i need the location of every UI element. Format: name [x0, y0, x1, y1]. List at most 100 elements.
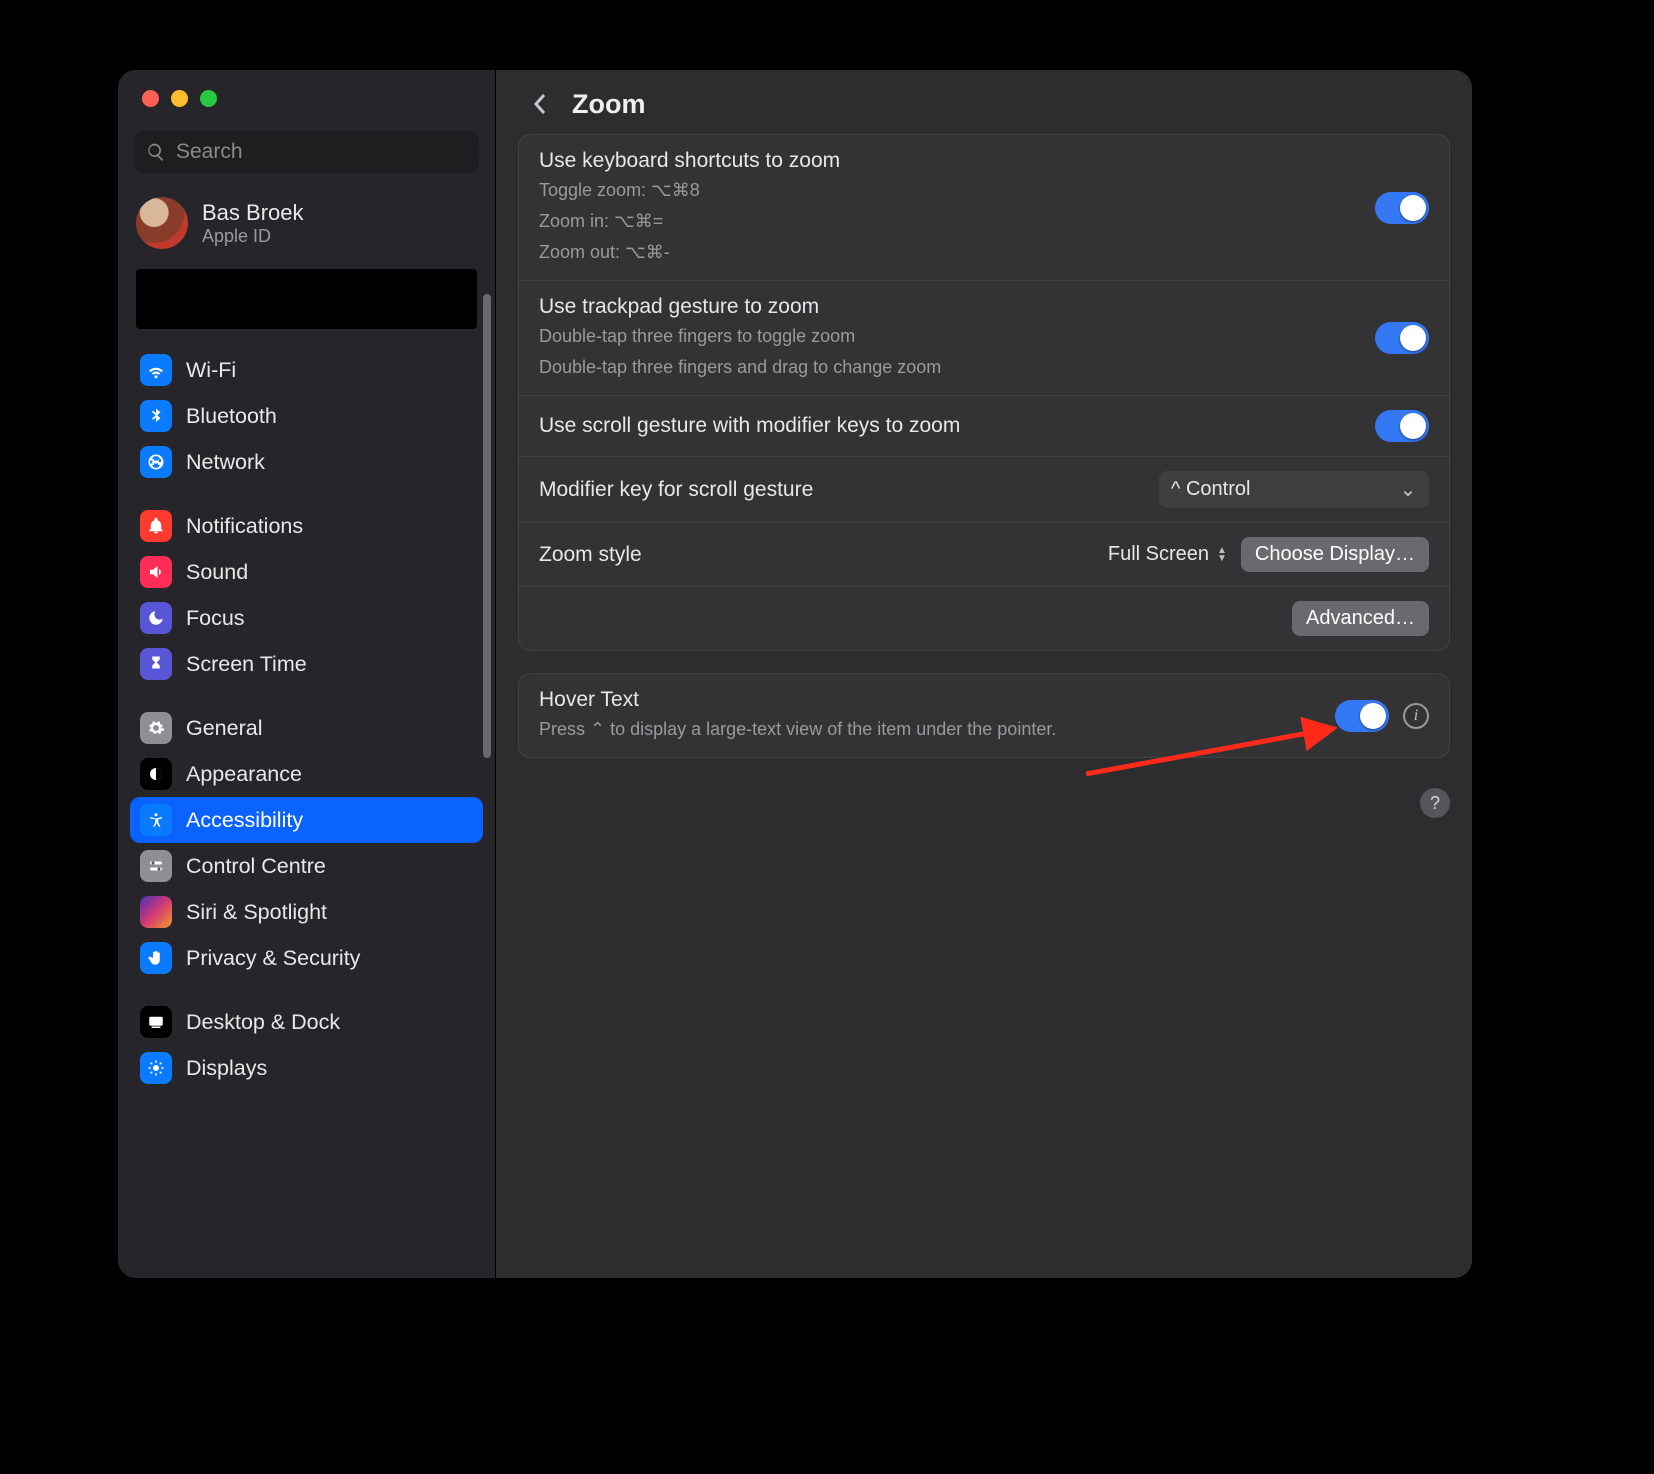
select-value: Full Screen: [1108, 543, 1209, 566]
row-scroll-gesture: Use scroll gesture with modifier keys to…: [519, 396, 1449, 457]
row-desc: Press ⌃ to display a large-text view of …: [539, 716, 1056, 743]
sidebar-item-label: Network: [186, 450, 265, 475]
sidebar-item-appearance[interactable]: Appearance: [130, 751, 483, 797]
toggle-keyboard-shortcuts[interactable]: [1375, 192, 1429, 224]
chevron-left-icon: [532, 92, 548, 116]
modifier-key-select[interactable]: ^ Control ⌄: [1159, 471, 1429, 508]
search-input[interactable]: Search: [134, 131, 479, 173]
choose-display-button[interactable]: Choose Display…: [1241, 537, 1429, 572]
sidebar-item-displays[interactable]: Displays: [130, 1045, 483, 1091]
zoom-style-select[interactable]: Full Screen ▲▼: [1108, 543, 1227, 566]
toggle-trackpad-gesture[interactable]: [1375, 322, 1429, 354]
select-value: ^ Control: [1171, 478, 1250, 501]
row-modifier-key: Modifier key for scroll gesture ^ Contro…: [519, 457, 1449, 523]
advanced-button[interactable]: Advanced…: [1292, 601, 1429, 636]
toggle-hover-text[interactable]: [1335, 700, 1389, 732]
sidebar-item-label: Notifications: [186, 514, 303, 539]
window-controls: [118, 70, 495, 107]
displays-icon: [140, 1052, 172, 1084]
row-title: Use trackpad gesture to zoom: [539, 295, 941, 319]
sidebar-item-label: General: [186, 716, 263, 741]
sidebar-item-focus[interactable]: Focus: [130, 595, 483, 641]
sidebar-item-label: Privacy & Security: [186, 946, 360, 971]
row-title: Use scroll gesture with modifier keys to…: [539, 414, 960, 438]
zoom-card: Use keyboard shortcuts to zoom Toggle zo…: [518, 134, 1450, 651]
sidebar-item-label: Wi-Fi: [186, 358, 236, 383]
avatar: [136, 197, 188, 249]
row-desc-line: Zoom out: ⌥⌘-: [539, 239, 840, 266]
siri-icon: [140, 896, 172, 928]
sidebar-item-desktop-dock[interactable]: Desktop & Dock: [130, 999, 483, 1045]
sidebar-nav: Wi-Fi Bluetooth Network Notifications: [118, 347, 495, 1111]
sidebar-item-notifications[interactable]: Notifications: [130, 503, 483, 549]
sidebar-item-label: Siri & Spotlight: [186, 900, 327, 925]
sidebar-item-siri-spotlight[interactable]: Siri & Spotlight: [130, 889, 483, 935]
stepper-icon: ▲▼: [1217, 547, 1227, 563]
row-desc-line: Zoom in: ⌥⌘=: [539, 208, 840, 235]
redacted-area: [136, 269, 477, 329]
sidebar-item-screen-time[interactable]: Screen Time: [130, 641, 483, 687]
toggle-scroll-gesture[interactable]: [1375, 410, 1429, 442]
accessibility-icon: [140, 804, 172, 836]
header: Zoom: [518, 84, 1450, 134]
row-desc-line: Toggle zoom: ⌥⌘8: [539, 177, 840, 204]
row-title: Zoom style: [539, 543, 642, 567]
sidebar-item-privacy-security[interactable]: Privacy & Security: [130, 935, 483, 981]
sidebar-item-control-centre[interactable]: Control Centre: [130, 843, 483, 889]
search-placeholder: Search: [176, 140, 243, 164]
page-title: Zoom: [572, 89, 646, 120]
row-trackpad-gesture: Use trackpad gesture to zoom Double-tap …: [519, 281, 1449, 396]
sidebar-item-label: Accessibility: [186, 808, 303, 833]
sidebar-item-network[interactable]: Network: [130, 439, 483, 485]
minimize-window[interactable]: [171, 90, 188, 107]
appearance-icon: [140, 758, 172, 790]
sound-icon: [140, 556, 172, 588]
sidebar-item-sound[interactable]: Sound: [130, 549, 483, 595]
row-keyboard-shortcuts: Use keyboard shortcuts to zoom Toggle zo…: [519, 135, 1449, 281]
row-title: Use keyboard shortcuts to zoom: [539, 149, 840, 173]
search-icon: [146, 142, 166, 162]
sidebar-item-label: Control Centre: [186, 854, 326, 879]
help-button[interactable]: ?: [1420, 788, 1450, 818]
sidebar-item-label: Sound: [186, 560, 248, 585]
row-title: Modifier key for scroll gesture: [539, 478, 813, 502]
hand-icon: [140, 942, 172, 974]
sidebar-item-general[interactable]: General: [130, 705, 483, 751]
row-desc-line: Double-tap three fingers and drag to cha…: [539, 354, 941, 381]
sidebar-item-label: Appearance: [186, 762, 302, 787]
sidebar-item-label: Displays: [186, 1056, 267, 1081]
account-name: Bas Broek: [202, 200, 304, 226]
gear-icon: [140, 712, 172, 744]
settings-window: Search Bas Broek Apple ID Wi-Fi: [118, 70, 1472, 1278]
main-pane: Zoom Use keyboard shortcuts to zoom Togg…: [496, 70, 1472, 1278]
row-desc-line: Double-tap three fingers to toggle zoom: [539, 323, 941, 350]
sidebar-item-label: Bluetooth: [186, 404, 277, 429]
chevron-down-icon: ⌄: [1399, 477, 1417, 502]
sidebar-item-label: Screen Time: [186, 652, 307, 677]
sidebar-item-label: Desktop & Dock: [186, 1010, 340, 1035]
sidebar-item-wifi[interactable]: Wi-Fi: [130, 347, 483, 393]
row-title: Hover Text: [539, 688, 1056, 712]
sidebar-item-label: Focus: [186, 606, 245, 631]
info-icon[interactable]: i: [1403, 703, 1429, 729]
account-sub: Apple ID: [202, 226, 304, 247]
control-centre-icon: [140, 850, 172, 882]
close-window[interactable]: [142, 90, 159, 107]
dock-icon: [140, 1006, 172, 1038]
back-button[interactable]: [524, 88, 556, 120]
moon-icon: [140, 602, 172, 634]
row-hover-text: Hover Text Press ⌃ to display a large-te…: [519, 674, 1449, 757]
sidebar-item-bluetooth[interactable]: Bluetooth: [130, 393, 483, 439]
wifi-icon: [140, 354, 172, 386]
sidebar-scrollbar[interactable]: [483, 294, 491, 758]
bell-icon: [140, 510, 172, 542]
fullscreen-window[interactable]: [200, 90, 217, 107]
hover-text-card: Hover Text Press ⌃ to display a large-te…: [518, 673, 1450, 758]
row-zoom-style: Zoom style Full Screen ▲▼ Choose Display…: [519, 523, 1449, 587]
row-advanced: Advanced…: [519, 587, 1449, 650]
sidebar: Search Bas Broek Apple ID Wi-Fi: [118, 70, 496, 1278]
bluetooth-icon: [140, 400, 172, 432]
account-row[interactable]: Bas Broek Apple ID: [118, 187, 495, 263]
sidebar-item-accessibility[interactable]: Accessibility: [130, 797, 483, 843]
network-icon: [140, 446, 172, 478]
